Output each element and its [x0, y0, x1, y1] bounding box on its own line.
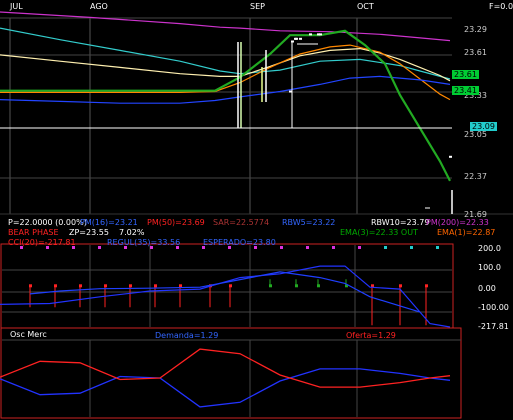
cci-dot: [79, 284, 82, 288]
month-label: OCT: [357, 2, 374, 11]
price-tag: 23.61: [452, 70, 479, 79]
cci-dot: [129, 284, 132, 288]
cci-tick: -217.81: [478, 322, 509, 331]
osc-series-line: [0, 368, 451, 408]
sar-mark: [309, 33, 312, 36]
cci-top-marker: [410, 246, 413, 249]
readout-row1-item: RBW5=23.22: [282, 218, 336, 227]
sar-mark: [295, 37, 298, 40]
readout-row1-item: PM(50)=23.69: [147, 218, 205, 227]
readout-row3-item: ESPERADO=23.80: [203, 238, 276, 247]
readout-row2-item: 7.02%: [119, 228, 145, 237]
readout-row1-item: RBW10=23.79: [371, 218, 430, 227]
cci-dot: [29, 284, 32, 288]
chart-canvas[interactable]: [0, 0, 513, 420]
cci-dot: [269, 284, 272, 288]
readout-row3-item: CCI(20)=-217.81: [8, 238, 76, 247]
osc-title: Osc Merc: [10, 330, 47, 339]
cci-tick: 100.0: [478, 263, 501, 272]
cci-dot: [154, 284, 157, 288]
sar-mark: [449, 155, 452, 158]
series-pm200: [0, 11, 451, 42]
readout-row2-item: ZP=23.55: [69, 228, 109, 237]
cci-dot: [104, 284, 107, 288]
osc-series-line: [0, 348, 451, 388]
readout-row1-item: PM(200)=22.33: [426, 218, 489, 227]
cci-dot: [229, 284, 232, 288]
price-tag: 23.09: [470, 122, 497, 131]
supply-label: Oferta=1.29: [346, 331, 396, 340]
month-label: SEP: [250, 2, 265, 11]
cci-frame: [0, 243, 454, 329]
cci-dot: [425, 284, 428, 288]
cci-series-line: [0, 265, 451, 328]
demand-label: Demanda=1.29: [155, 331, 219, 340]
cci-tick: -100.00: [478, 303, 509, 312]
cci-top-marker: [306, 246, 309, 249]
price-tick: 23.29: [464, 25, 487, 34]
cci-tick: 0.00: [478, 284, 496, 293]
stock-chart-window: JUL AGO SEP OCT F=0.0 23.29 23.61 23.33 23.05 2…: [0, 0, 513, 420]
price-tick: 23.61: [464, 48, 487, 57]
price-tick: 23.05: [464, 130, 487, 139]
cci-top-marker: [384, 246, 387, 249]
sar-mark: [299, 37, 302, 40]
month-label: AGO: [90, 2, 108, 11]
cci-dot: [317, 284, 320, 288]
price-tag: 23.41: [452, 86, 479, 95]
cci-dot: [179, 284, 182, 288]
cci-dot: [399, 284, 402, 288]
readout-row2-item: BEAR PHASE: [8, 228, 59, 237]
readout-row3-item: REGUL(35)=33.56: [107, 238, 181, 247]
cci-dot: [54, 284, 57, 288]
sar-mark: [319, 33, 322, 36]
readout-row1-item: SAR=22.5774: [213, 218, 270, 227]
readout-row1-item: P=22.0000 (0.00%): [8, 218, 87, 227]
cci-dot: [295, 284, 298, 288]
price-tick: 22.37: [464, 172, 487, 181]
cci-tick: 200.0: [478, 244, 501, 253]
readout-row1-item: PM(16)=23.21: [80, 218, 138, 227]
readout-row2-item: EMA(1)=22.87: [437, 228, 496, 237]
cci-top-marker: [98, 246, 101, 249]
cci-top-marker: [332, 246, 335, 249]
cci-top-marker: [436, 246, 439, 249]
cci-top-marker: [358, 246, 361, 249]
f-indicator: F=0.0: [489, 2, 513, 11]
readout-row2-item: EMA(3)=22.33 OUT: [340, 228, 418, 237]
cci-top-marker: [280, 246, 283, 249]
month-label: JUL: [10, 2, 23, 11]
